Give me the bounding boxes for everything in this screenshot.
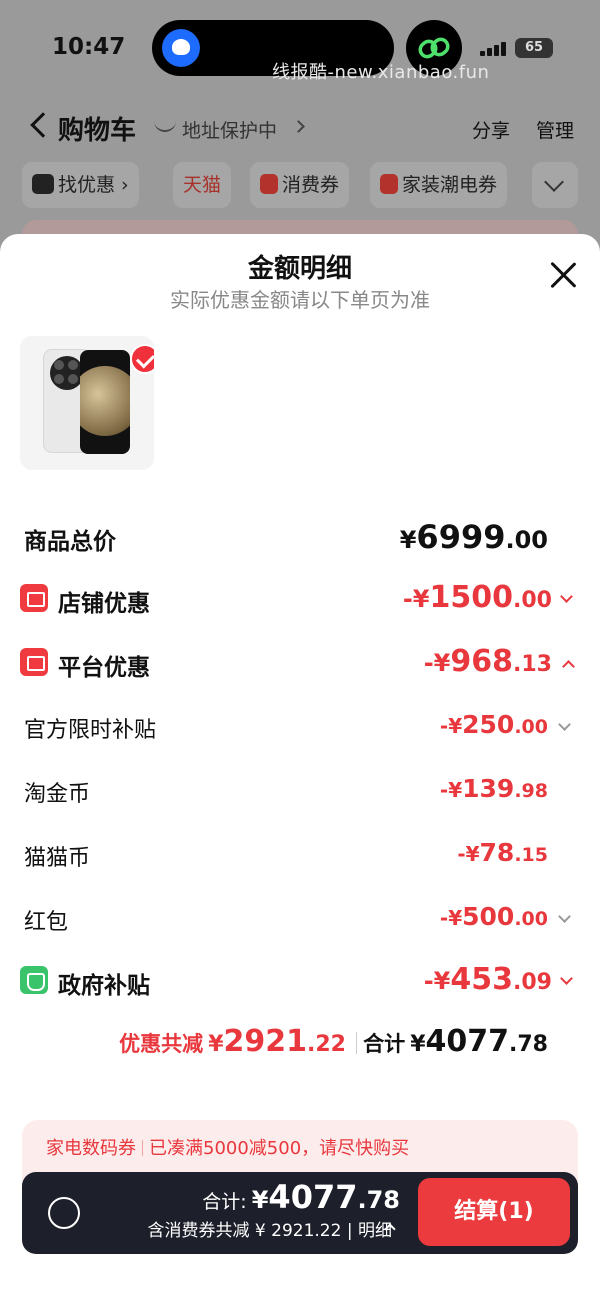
platform-discount-row[interactable]: 平台优惠 -¥968.13 bbox=[0, 644, 600, 684]
maomaobi-row: 猫猫币 -¥78.15 bbox=[0, 836, 600, 876]
status-time: 10:47 bbox=[52, 34, 126, 60]
chevron-down-icon bbox=[558, 718, 571, 731]
battery-icon: 65 bbox=[515, 38, 553, 58]
cart-nav-bar: 购物车 地址保护中 分享 管理 bbox=[0, 104, 600, 154]
eye-closed-icon bbox=[154, 120, 176, 132]
promo-message: 已凑满5000减500，请尽快购买 bbox=[149, 1138, 410, 1159]
select-all-radio[interactable] bbox=[48, 1197, 80, 1229]
checkmark-icon[interactable] bbox=[130, 344, 154, 374]
coupon-icon bbox=[260, 174, 278, 194]
official-subsidy-label: 官方限时补贴 bbox=[24, 718, 157, 743]
store-discount-row[interactable]: 店铺优惠 -¥1500.00 bbox=[0, 580, 600, 620]
app-mascot-icon bbox=[162, 29, 200, 67]
goods-total-amount: ¥6999.00 bbox=[399, 518, 548, 556]
checkout-button[interactable]: 结算(1) bbox=[418, 1178, 570, 1246]
signal-icon bbox=[480, 42, 510, 56]
chip-tmall[interactable]: 天猫 bbox=[173, 162, 232, 208]
checkout-total: 合计: ¥4077.78 bbox=[202, 1178, 400, 1216]
phone-front-image bbox=[80, 350, 130, 454]
platform-discount-amount: -¥968.13 bbox=[423, 644, 552, 679]
chip-home-appliance-coupon[interactable]: 家装潮电券 bbox=[370, 162, 508, 208]
product-thumbnail[interactable] bbox=[20, 336, 154, 470]
chevron-down-icon bbox=[560, 590, 573, 603]
red-packet-amount: -¥500.00 bbox=[439, 902, 548, 931]
sheet-title: 金额明细 bbox=[247, 254, 352, 284]
status-bar: 10:47 65 线报酷-new.xianbao.fun bbox=[0, 0, 600, 96]
close-icon[interactable] bbox=[548, 260, 578, 290]
address-protection-link[interactable]: 地址保护中 bbox=[182, 116, 277, 143]
divider bbox=[142, 1140, 143, 1156]
chip-consumer-coupon[interactable]: 消费券 bbox=[250, 162, 350, 208]
taojinbi-amount: -¥139.98 bbox=[439, 774, 548, 803]
promo-text: 家电数码券 已凑满5000减500，请尽快购买 bbox=[46, 1134, 409, 1160]
checkout-detail[interactable]: 含消费券共减 ¥ 2921.22 | 明细 bbox=[148, 1216, 392, 1241]
goods-total-label: 商品总价 bbox=[24, 529, 116, 555]
page-title: 购物车 bbox=[58, 116, 137, 146]
sheet-subtitle: 实际优惠金额请以下单页为准 bbox=[170, 288, 430, 312]
discount-summary: 优惠共减 ¥2921.22 合计 ¥4077.78 bbox=[0, 1024, 600, 1064]
platform-discount-label: 平台优惠 bbox=[58, 655, 150, 681]
gov-subsidy-amount: -¥453.09 bbox=[423, 962, 552, 997]
chevron-right-icon bbox=[292, 120, 305, 133]
store-discount-label: 店铺优惠 bbox=[58, 591, 150, 617]
watermark: 线报酷-new.xianbao.fun bbox=[272, 62, 490, 83]
red-packet-row[interactable]: 红包 -¥500.00 bbox=[0, 900, 600, 940]
shop-icon bbox=[20, 584, 48, 612]
gov-subsidy-label: 政府补贴 bbox=[58, 973, 150, 999]
official-subsidy-row[interactable]: 官方限时补贴 -¥250.00 bbox=[0, 708, 600, 748]
grand-total: 合计 ¥4077.78 bbox=[363, 1024, 548, 1059]
store-discount-amount: -¥1500.00 bbox=[402, 580, 552, 615]
gov-subsidy-icon bbox=[20, 966, 48, 994]
share-button[interactable]: 分享 bbox=[472, 116, 510, 143]
amount-detail-sheet: 金额明细 实际优惠金额请以下单页为准 商品总价 ¥6999.00 店铺优惠 -¥… bbox=[0, 234, 600, 1304]
chevron-up-icon bbox=[562, 660, 575, 673]
maomaobi-label: 猫猫币 bbox=[24, 846, 91, 871]
promo-category: 家电数码券 bbox=[46, 1138, 136, 1159]
goods-total-row: 商品总价 ¥6999.00 bbox=[0, 518, 600, 558]
background-page: 10:47 65 线报酷-new.xianbao.fun 购物车 地址保护中 分… bbox=[0, 0, 600, 260]
chevron-down-icon[interactable] bbox=[532, 162, 578, 208]
chevron-down-icon bbox=[558, 910, 571, 923]
official-subsidy-amount: -¥250.00 bbox=[439, 710, 548, 739]
red-packet-label: 红包 bbox=[24, 910, 69, 935]
filter-chips: 找优惠 › 天猫 消费券 家装潮电券 bbox=[22, 162, 582, 208]
taojinbi-row: 淘金币 -¥139.98 bbox=[0, 772, 600, 812]
taojinbi-label: 淘金币 bbox=[24, 782, 91, 807]
back-icon[interactable] bbox=[30, 112, 56, 138]
platform-icon bbox=[20, 648, 48, 676]
manage-button[interactable]: 管理 bbox=[536, 116, 574, 143]
checkout-bar: 合计: ¥4077.78 含消费券共减 ¥ 2921.22 | 明细 结算(1) bbox=[22, 1172, 578, 1254]
total-discount: 优惠共减 ¥2921.22 bbox=[119, 1024, 346, 1059]
maomaobi-amount: -¥78.15 bbox=[457, 838, 548, 867]
gov-subsidy-row[interactable]: 政府补贴 -¥453.09 bbox=[0, 962, 600, 1002]
chip-find-deals[interactable]: 找优惠 › bbox=[22, 162, 139, 208]
divider bbox=[356, 1032, 357, 1054]
coupon-icon bbox=[380, 174, 398, 194]
alipay-cat-icon bbox=[32, 174, 54, 194]
chevron-down-icon bbox=[560, 972, 573, 985]
